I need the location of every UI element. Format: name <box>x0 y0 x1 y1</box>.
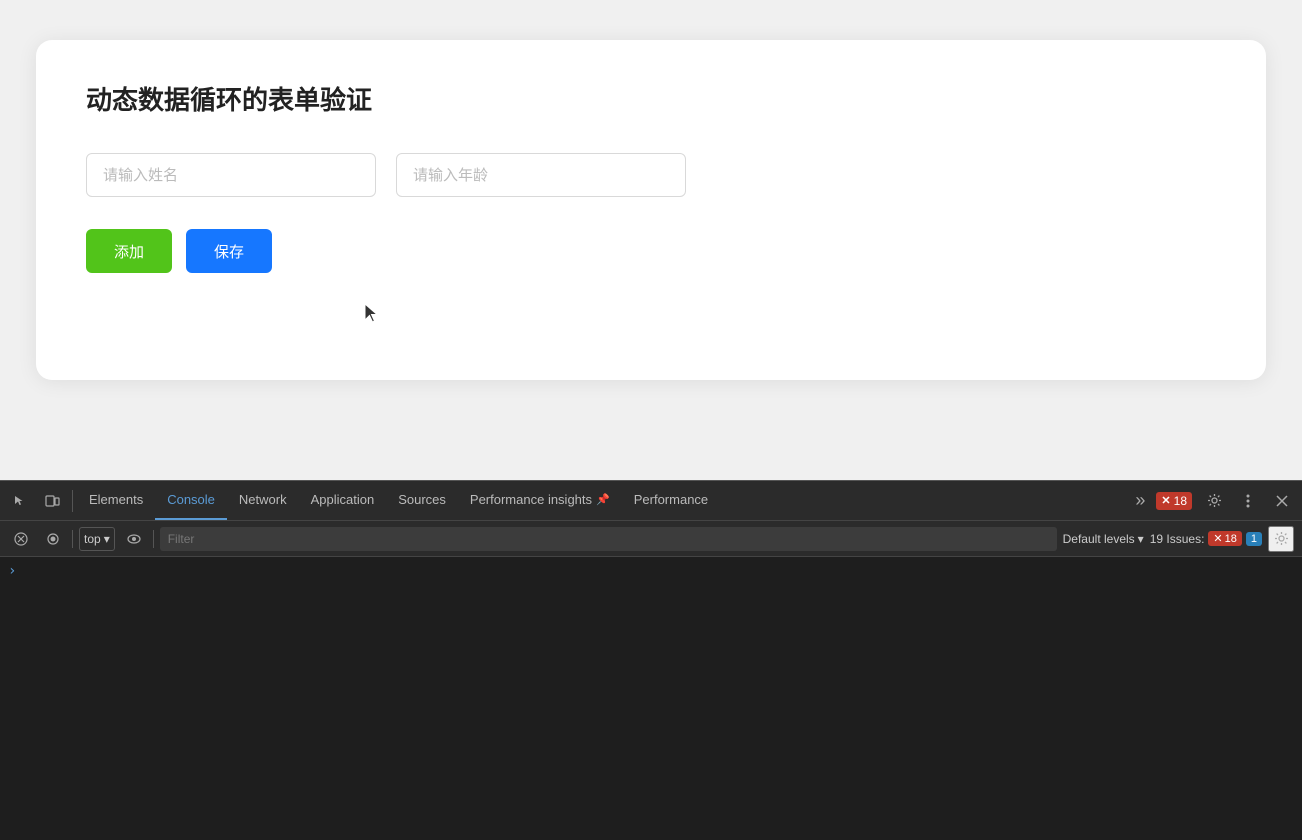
error-x-icon: ✕ <box>1161 494 1170 507</box>
tab-performance-insights[interactable]: Performance insights 📌 <box>458 481 622 520</box>
default-levels-arrow: ▾ <box>1138 532 1144 546</box>
console-prompt[interactable]: › <box>8 563 1294 579</box>
toolbar-right: ✕ 18 <box>1156 485 1298 517</box>
default-levels-button[interactable]: Default levels ▾ <box>1063 532 1144 546</box>
age-input[interactable] <box>396 153 686 197</box>
form-row <box>86 153 1216 197</box>
card-title: 动态数据循环的表单验证 <box>86 80 1216 117</box>
devtools-panel: Elements Console Network Application Sou… <box>0 480 1302 840</box>
main-content: 动态数据循环的表单验证 添加 保存 <box>0 0 1302 480</box>
save-button[interactable]: 保存 <box>186 229 272 273</box>
tab-sources[interactable]: Sources <box>386 481 458 520</box>
add-button[interactable]: 添加 <box>86 229 172 273</box>
issues-count-label: 19 Issues: <box>1150 532 1205 546</box>
context-selector[interactable]: top ▾ <box>79 527 115 551</box>
tab-network[interactable]: Network <box>227 481 299 520</box>
tab-performance[interactable]: Performance <box>622 481 720 520</box>
tab-elements[interactable]: Elements <box>77 481 155 520</box>
form-card: 动态数据循环的表单验证 添加 保存 <box>36 40 1266 380</box>
console-content: › <box>0 557 1302 840</box>
cursor-inspect-icon[interactable] <box>4 485 36 517</box>
issues-error-x: ✕ <box>1213 532 1222 545</box>
close-devtools-button[interactable] <box>1266 485 1298 517</box>
issues-info-count: 1 <box>1251 533 1257 545</box>
stop-recording-button[interactable] <box>40 526 66 552</box>
device-toggle-icon[interactable] <box>36 485 68 517</box>
devtools-tabs: Elements Console Network Application Sou… <box>77 481 1124 520</box>
devtools-toolbar: Elements Console Network Application Sou… <box>0 481 1302 521</box>
context-dropdown-icon: ▾ <box>104 532 110 546</box>
console-divider-1 <box>72 530 73 548</box>
default-levels-label: Default levels <box>1063 532 1135 546</box>
toolbar-divider-1 <box>72 490 73 512</box>
error-badge[interactable]: ✕ 18 <box>1156 492 1192 510</box>
clear-console-button[interactable] <box>8 526 34 552</box>
error-count: 18 <box>1174 494 1187 508</box>
issues-error-count: 18 <box>1225 533 1237 545</box>
tab-application[interactable]: Application <box>299 481 387 520</box>
filter-input[interactable] <box>160 527 1057 551</box>
context-label: top <box>84 532 101 546</box>
pin-icon: 📌 <box>596 493 610 506</box>
more-tabs-button[interactable]: » <box>1124 485 1156 517</box>
button-row: 添加 保存 <box>86 229 1216 273</box>
console-divider-2 <box>153 530 154 548</box>
settings-button[interactable] <box>1198 485 1230 517</box>
eye-icon-button[interactable] <box>121 526 147 552</box>
tab-console[interactable]: Console <box>155 481 227 520</box>
prompt-arrow-icon: › <box>8 563 16 579</box>
issues-badge[interactable]: 19 Issues: ✕ 18 1 <box>1150 531 1262 546</box>
more-options-button[interactable] <box>1232 485 1264 517</box>
issues-error-badge: ✕ 18 <box>1208 531 1241 546</box>
console-settings-button[interactable] <box>1268 526 1294 552</box>
name-input[interactable] <box>86 153 376 197</box>
issues-info-badge: 1 <box>1246 532 1262 546</box>
console-bar: top ▾ Default levels ▾ 19 Issues: ✕ 18 1 <box>0 521 1302 557</box>
